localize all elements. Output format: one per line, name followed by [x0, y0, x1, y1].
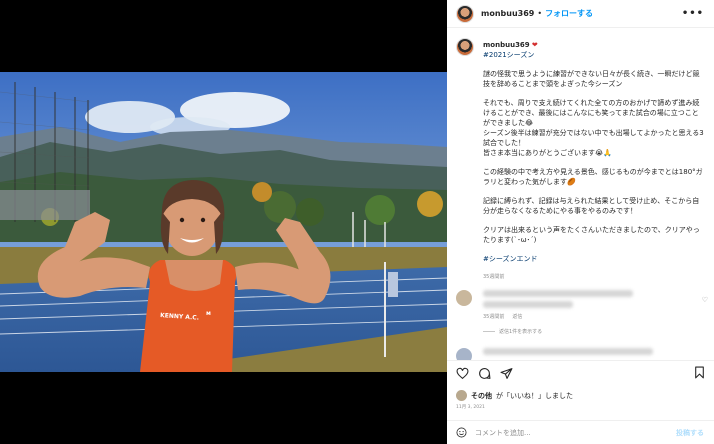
caption-end-hashtag[interactable]: #シーズンエンド [483, 254, 705, 264]
comment-composer [447, 420, 714, 444]
comment-like-heart-icon[interactable]: ♡ [702, 296, 708, 304]
caption-paragraph-1: 謎の怪我で思うように練習ができない日々が長く続き、一瞬だけど競技を辞めることまで… [483, 70, 700, 88]
post-comment-button[interactable]: 投稿する [676, 428, 704, 438]
caption-paragraph-3: この経験の中で考え方や見える景色、感じるものが今までとは180°ガラリと変わった… [483, 168, 703, 186]
comment-text-blurred [483, 290, 633, 297]
comments-scroll-area[interactable]: monbuu369 ❤ #2021シーズン 謎の怪我で思うように練習ができない日… [447, 28, 714, 360]
author-username[interactable]: monbuu369 [481, 9, 534, 18]
commenter-avatar[interactable] [456, 348, 472, 360]
share-icon[interactable] [500, 367, 513, 380]
comment-reply-button[interactable]: 返信 [512, 313, 522, 320]
post-photo[interactable]: KENNY A.C. ᴍ [0, 72, 447, 372]
bookmark-icon[interactable] [693, 366, 706, 379]
comment-body [483, 348, 653, 355]
emoji-icon[interactable] [456, 427, 467, 438]
caption-avatar-wrap [456, 38, 474, 56]
caption: monbuu369 ❤ #2021シーズン 謎の怪我で思うように練習ができない日… [483, 40, 705, 282]
post-viewer: KENNY A.C. ᴍ monbuu369 • フォローする ••• monb… [0, 0, 714, 444]
comment-icon[interactable] [478, 367, 491, 380]
comment-time: 35週間前 [483, 314, 505, 320]
comment-input[interactable] [475, 428, 625, 437]
caption-paragraph-5: クリアは出来るという声をたくさんいただきましたので、クリアやったります(`･ω･… [483, 226, 700, 244]
view-replies[interactable]: 返信1件を表示する [483, 328, 542, 335]
athlete-photo: KENNY A.C. ᴍ [0, 72, 447, 372]
more-options-icon[interactable]: ••• [682, 8, 704, 19]
action-bar [447, 360, 714, 386]
liker-avatar[interactable] [456, 390, 467, 401]
post-header: monbuu369 • フォローする ••• [447, 0, 714, 28]
flag-icon: ❤ [531, 41, 538, 49]
view-replies-label[interactable]: 返信1件を表示する [499, 328, 542, 335]
author-avatar[interactable] [456, 4, 474, 23]
follow-button[interactable]: フォローする [545, 8, 593, 19]
comment-item [456, 348, 653, 360]
comment-text-blurred-2 [483, 301, 573, 308]
heart-icon[interactable] [456, 367, 469, 380]
caption-paragraph-2: それでも、周りで支え続けてくれた全ての方のおかげで諦めず進み続けることができ、最… [483, 99, 704, 157]
likes-text: が「いいね！」しました [496, 391, 573, 400]
replies-line [483, 331, 495, 332]
likes-prefix[interactable]: その他 [471, 391, 492, 401]
svg-text:ᴍ: ᴍ [206, 310, 211, 317]
caption-username[interactable]: monbuu369 [483, 41, 530, 49]
post-sidebar: monbuu369 • フォローする ••• monbuu369 ❤ #2021… [447, 0, 714, 444]
comment-item: 35週間前 返信 [456, 290, 683, 320]
comment-body: 35週間前 返信 [483, 290, 683, 320]
commenter-avatar[interactable] [456, 290, 472, 306]
likes-summary: その他 が「いいね！」しました [456, 390, 573, 401]
caption-paragraph-4: 記録に縛られず、記録は与えられた結果として受け止め、そこから自分が走らなくなるた… [483, 197, 700, 215]
caption-time: 35週間前 [483, 274, 505, 280]
comment-text-blurred [483, 348, 653, 355]
caption-avatar[interactable] [456, 38, 474, 56]
post-date: 11月 3, 2021 [456, 405, 485, 410]
caption-hashtag[interactable]: #2021シーズン [483, 50, 705, 60]
header-separator: • [537, 9, 543, 18]
